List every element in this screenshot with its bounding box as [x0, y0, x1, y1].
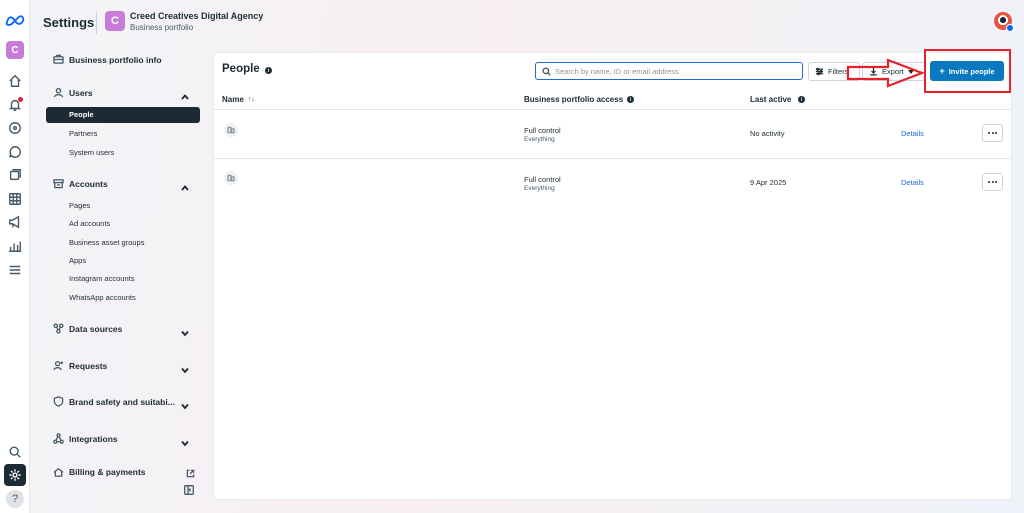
compass-icon[interactable] [4, 117, 26, 139]
details-link[interactable]: Details [901, 129, 924, 138]
help-icon[interactable]: ? [6, 490, 24, 508]
people-panel: People i Filters Export + Invite people … [213, 52, 1012, 500]
last-active-value: No activity [750, 129, 785, 138]
app-title: Settings [43, 15, 95, 30]
chevron-down-icon[interactable] [181, 434, 189, 447]
nav-business-portfolio-info[interactable]: Business portfolio info [53, 54, 162, 65]
user-add-icon [53, 361, 64, 371]
menu-icon[interactable] [4, 259, 26, 281]
person-avatar-icon[interactable] [224, 123, 238, 137]
column-header-access: Business portfolio access [524, 95, 623, 104]
facebook-badge-icon [1006, 24, 1014, 32]
sidebar-item-system-users[interactable]: System users [69, 148, 114, 157]
chevron-down-icon[interactable] [181, 397, 189, 410]
annotation-highlight-box [924, 49, 1011, 93]
messages-icon[interactable] [4, 141, 26, 163]
notifications-bell-icon[interactable] [4, 94, 26, 116]
nav-brand-safety[interactable]: Brand safety and suitabi... [53, 396, 175, 407]
nav-integrations-label: Integrations [69, 433, 118, 444]
chevron-up-icon[interactable] [181, 179, 189, 191]
chevron-up-icon[interactable] [181, 88, 189, 100]
sidebar-item-pages[interactable]: Pages [69, 201, 90, 210]
column-header-last-active: Last active [750, 95, 791, 104]
sidebar-item-instagram-accounts[interactable]: Instagram accounts [69, 274, 134, 283]
chevron-down-icon[interactable] [181, 361, 189, 374]
chevron-down-icon[interactable] [181, 324, 189, 337]
row-divider [214, 158, 1011, 159]
meta-logo-icon[interactable] [4, 9, 26, 31]
people-search-input[interactable] [555, 66, 795, 76]
header-divider-line [214, 109, 1011, 110]
home-icon[interactable] [4, 70, 26, 92]
left-rail: C ? [0, 0, 30, 513]
access-scope: Everything [524, 136, 555, 143]
users-icon [53, 87, 64, 98]
access-level: Full control [524, 175, 561, 184]
collapse-sidebar-icon[interactable] [184, 482, 194, 495]
settings-gear-icon[interactable] [4, 464, 26, 486]
archive-icon [53, 179, 64, 189]
external-link-icon[interactable] [186, 465, 195, 478]
column-header-last-active-label: Last active [750, 95, 792, 104]
last-active-value: 9 Apr 2025 [750, 178, 787, 187]
business-portfolio-name[interactable]: Creed Creatives Digital Agency [130, 11, 263, 21]
sidebar-item-partners[interactable]: Partners [69, 129, 97, 138]
table-grid-icon[interactable] [4, 188, 26, 210]
sidebar-item-whatsapp-accounts[interactable]: WhatsApp accounts [69, 293, 136, 302]
people-search-box[interactable] [535, 62, 803, 80]
info-icon[interactable]: i [798, 96, 805, 103]
column-header-name-label: Name [222, 95, 244, 104]
content-icon[interactable] [4, 164, 26, 186]
nav-brand-safety-label: Brand safety and suitabi... [69, 396, 175, 407]
annotation-arrow [846, 58, 926, 88]
access-level: Full control [524, 126, 561, 135]
info-icon[interactable]: i [265, 67, 272, 74]
sidebar-item-ad-accounts[interactable]: Ad accounts [69, 219, 110, 228]
business-avatar[interactable]: C [6, 41, 24, 59]
integrations-icon [53, 433, 64, 444]
page-title: People [222, 63, 260, 75]
briefcase-icon [53, 54, 64, 64]
search-icon [542, 66, 551, 76]
person-avatar-icon[interactable] [224, 171, 238, 185]
nav-integrations[interactable]: Integrations [53, 433, 118, 444]
more-options-button[interactable] [982, 124, 1003, 142]
nav-business-portfolio-info-label: Business portfolio info [69, 54, 162, 65]
nav-billing-payments-label: Billing & payments [69, 466, 146, 477]
nav-accounts[interactable]: Accounts [53, 178, 108, 189]
notification-dot [18, 97, 23, 102]
column-header-name[interactable]: Name ↑↓ [222, 95, 255, 104]
search-icon[interactable] [4, 441, 26, 463]
user-profile-avatar[interactable] [994, 12, 1014, 32]
shield-icon [53, 396, 64, 407]
business-portfolio-avatar[interactable]: C [105, 11, 125, 31]
nav-requests[interactable]: Requests [53, 360, 107, 371]
nav-users-label: Users [69, 87, 93, 98]
sort-icon[interactable]: ↑↓ [248, 96, 255, 103]
sidebar-item-people[interactable]: People [46, 107, 200, 123]
info-icon[interactable]: i [627, 96, 634, 103]
nav-requests-label: Requests [69, 360, 108, 371]
settings-sidebar: Business portfolio info Users People Par… [45, 48, 205, 478]
sidebar-item-business-asset-groups[interactable]: Business asset groups [69, 238, 144, 247]
more-options-button[interactable] [982, 173, 1003, 191]
access-scope: Everything [524, 185, 555, 192]
nav-data-sources[interactable]: Data sources [53, 323, 122, 334]
header-divider [96, 12, 97, 34]
nav-billing-payments[interactable]: Billing & payments [53, 466, 146, 477]
bar-chart-icon[interactable] [4, 235, 26, 257]
nav-data-sources-label: Data sources [69, 323, 123, 334]
filters-sliders-icon [815, 67, 824, 76]
column-header-access-label: Business portfolio access [524, 95, 624, 104]
nav-users[interactable]: Users [53, 87, 93, 98]
nav-accounts-label: Accounts [69, 178, 108, 189]
details-link[interactable]: Details [901, 178, 924, 187]
data-sources-icon [53, 323, 64, 334]
business-portfolio-subtitle: Business portfolio [130, 23, 194, 32]
megaphone-icon[interactable] [4, 211, 26, 233]
billing-icon [53, 467, 64, 477]
sidebar-item-apps[interactable]: Apps [69, 256, 86, 265]
